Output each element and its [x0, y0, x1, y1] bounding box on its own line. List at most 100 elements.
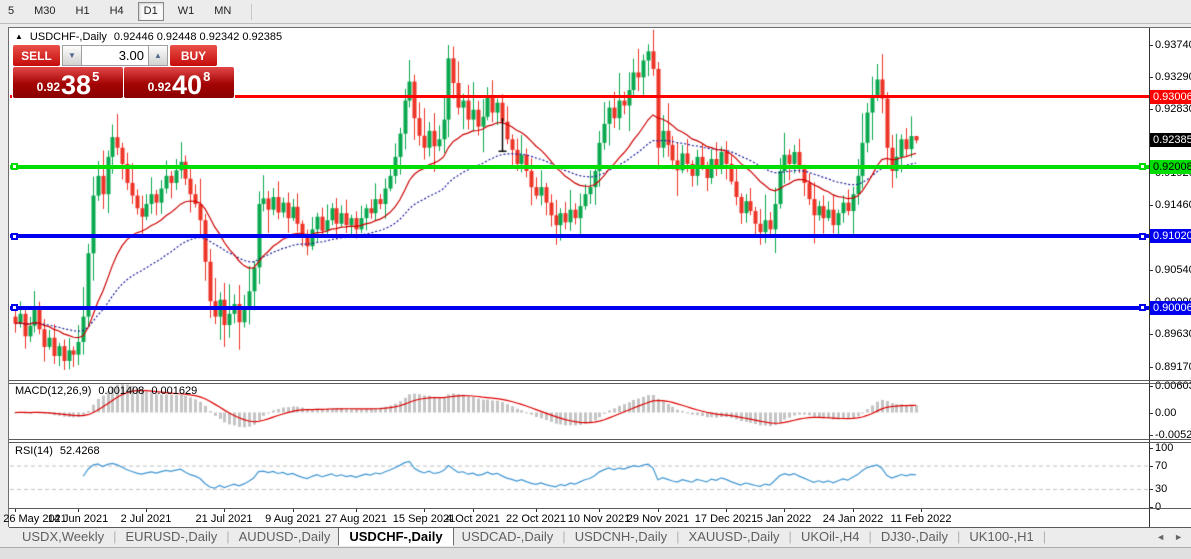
date-axis-label: 4 Oct 2021: [446, 513, 500, 525]
hline-handle[interactable]: [11, 163, 18, 170]
hline-price-badge: 0.90006: [1150, 301, 1191, 315]
date-axis-label: 5 Jan 2022: [756, 513, 812, 525]
macd-value: 0.001408: [98, 385, 145, 397]
macd-indicator-label: MACD(12,26,9) 0.001408 0.001629: [15, 385, 197, 397]
sell-price-big: 38: [61, 70, 92, 100]
indicator-axis-label: 0.006038: [1155, 380, 1191, 392]
timeframe-toolbar: 5 M30 H1 H4 D1 W1 MN: [0, 0, 1191, 24]
bottom-strip: [0, 547, 1191, 559]
hline-0.92008[interactable]: [10, 165, 1149, 169]
date-axis-label: 9 Aug 2021: [265, 513, 321, 525]
hline-0.90006[interactable]: [10, 306, 1149, 310]
date-axis-label: 2 Jul 2021: [120, 513, 172, 525]
buy-price-big: 40: [172, 70, 203, 100]
buy-price-sup: 8: [203, 69, 211, 84]
rsi-name: RSI(14): [15, 445, 53, 457]
rsi-indicator-label: RSI(14) 52.4268: [15, 445, 100, 457]
ohlc-values: 0.92446 0.92448 0.92342 0.92385: [113, 31, 283, 43]
date-axis-label: 17 Dec 2021: [694, 513, 758, 525]
date-axis-label: 10 Nov 2021: [567, 513, 631, 525]
tab-separator: |: [1042, 529, 1047, 544]
date-axis-label: 27 Aug 2021: [325, 513, 387, 525]
timeframe-button-d1[interactable]: D1: [137, 2, 164, 21]
hline-handle[interactable]: [1139, 304, 1146, 311]
indicator-axis-label: 70: [1155, 460, 1168, 472]
rsi-value: 52.4268: [59, 445, 100, 457]
price-axis-tick: [1149, 367, 1153, 368]
date-axis-label: 22 Oct 2021: [506, 513, 566, 525]
date-axis-label: 29 Nov 2021: [626, 513, 690, 525]
hline-handle[interactable]: [1139, 233, 1146, 240]
price-axis-tick: [1149, 45, 1153, 46]
chart-tab-usdcnh-daily[interactable]: USDCNH-,Daily: [567, 528, 675, 545]
hline-0.91020[interactable]: [10, 234, 1149, 238]
chart-tab-usdchf-daily[interactable]: USDCHF-,Daily: [338, 527, 454, 546]
chart-tab-audusd-daily[interactable]: AUDUSD-,Daily: [231, 528, 339, 545]
chart-tab-ukoil-h4[interactable]: UKOil-,H4: [793, 528, 868, 545]
hline-price-badge: 0.91020: [1150, 229, 1191, 243]
volume-decrease-button[interactable]: ▼: [62, 45, 82, 66]
chart-tab-uk100-h1[interactable]: UK100-,H1: [961, 528, 1041, 545]
timeframe-button-5[interactable]: 5: [2, 2, 20, 21]
timeframe-button-mn[interactable]: MN: [208, 2, 237, 21]
price-axis-label: 0.93290: [1155, 71, 1191, 83]
macd-name: MACD(12,26,9): [15, 385, 92, 397]
indicator-axis-tick: [1149, 386, 1153, 387]
chart-symbol-title: ▲ USDCHF-,Daily 0.92446 0.92448 0.92342 …: [15, 31, 282, 43]
pane-splitter: [9, 508, 1191, 509]
hline-handle[interactable]: [11, 304, 18, 311]
pane-splitter[interactable]: [9, 380, 1191, 381]
indicator-axis-label: 100: [1155, 442, 1174, 454]
indicator-axis-label: 0: [1155, 501, 1162, 513]
date-axis-label: 24 Jan 2022: [822, 513, 884, 525]
price-axis-tick: [1149, 205, 1153, 206]
price-axis-tick: [1149, 334, 1153, 335]
timeframe-button-h4[interactable]: H4: [104, 2, 130, 21]
timeframe-button-h1[interactable]: H1: [70, 2, 96, 21]
hline-handle[interactable]: [1139, 163, 1146, 170]
price-axis-label: 0.89630: [1155, 328, 1191, 340]
date-axis-label: 21 Jul 2021: [195, 513, 253, 525]
volume-increase-button[interactable]: ▲: [148, 45, 168, 66]
indicator-axis-tick: [1149, 413, 1153, 414]
chart-tab-xauusd-daily[interactable]: XAUUSD-,Daily: [681, 528, 788, 545]
sell-price-sup: 5: [92, 69, 100, 84]
chart-tab-eurusd-daily[interactable]: EURUSD-,Daily: [118, 528, 226, 545]
date-axis-label: 11 Feb 2022: [890, 513, 952, 525]
indicator-axis-tick: [1149, 448, 1153, 449]
macd-signal-value: 0.001629: [151, 385, 198, 397]
buy-price-box[interactable]: 0.92 40 8: [124, 67, 234, 100]
pane-splitter[interactable]: [9, 439, 1191, 440]
collapse-trade-panel-icon[interactable]: ▲: [15, 32, 23, 42]
indicator-axis-tick: [1149, 466, 1153, 467]
symbol-label: USDCHF-,Daily: [29, 31, 107, 43]
chart-tab-usdx-weekly[interactable]: USDX,Weekly: [14, 528, 112, 545]
buy-price-prefix: 0.92: [147, 80, 172, 94]
timeframe-button-m30[interactable]: M30: [28, 2, 61, 21]
indicator-axis-tick: [1149, 489, 1153, 490]
sell-price-box[interactable]: 0.92 38 5: [13, 67, 123, 100]
tab-scroll-left-icon[interactable]: ◄: [1156, 532, 1165, 542]
sell-button[interactable]: SELL: [13, 45, 60, 66]
indicator-axis-label: 0.00: [1155, 407, 1177, 419]
price-axis-label: 0.91460: [1155, 199, 1191, 211]
price-axis-label: 0.93740: [1155, 39, 1191, 51]
chart-tab-bar: USDX,Weekly | EURUSD-,Daily | AUDUSD-,Daily U…: [0, 527, 1191, 546]
price-axis-label: 0.90540: [1155, 264, 1191, 276]
one-click-trading-panel: SELL ▼ ▲ BUY 0.92385 0.92408: [12, 44, 235, 99]
hline-price-badge: 0.93006: [1150, 90, 1191, 104]
hline-handle[interactable]: [11, 233, 18, 240]
timeframe-button-w1[interactable]: W1: [172, 2, 201, 21]
pane-splitter[interactable]: [9, 383, 1191, 384]
price-chart-canvas[interactable]: [9, 28, 1149, 528]
price-axis-tick: [1149, 270, 1153, 271]
pane-splitter[interactable]: [9, 442, 1191, 443]
current-price-badge: 0.92385: [1150, 133, 1191, 147]
volume-input[interactable]: [82, 45, 148, 66]
tab-scroll-arrows: ◄ ►: [1156, 532, 1183, 542]
chart-tab-usdcad-daily[interactable]: USDCAD-,Daily: [454, 528, 562, 545]
tab-scroll-right-icon[interactable]: ►: [1174, 532, 1183, 542]
price-axis-tick: [1149, 109, 1153, 110]
buy-button[interactable]: BUY: [170, 45, 217, 66]
chart-tab-dj30-daily[interactable]: DJ30-,Daily: [873, 528, 956, 545]
